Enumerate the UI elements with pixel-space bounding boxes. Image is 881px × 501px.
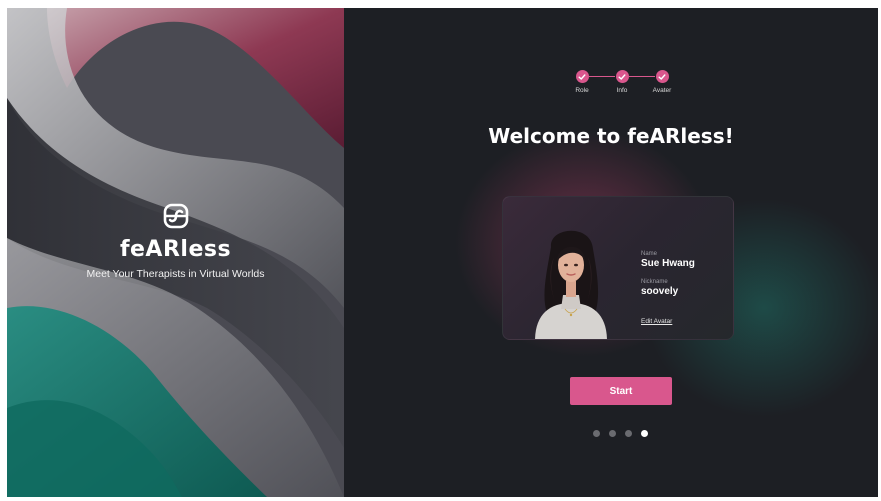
profile-card: Name Sue Hwang Nickname soovely Edit Ava… <box>502 196 734 340</box>
progress-stepper: Role Info Avater <box>562 70 682 100</box>
nickname-label: Nickname <box>641 279 668 285</box>
onboarding-panel: Role Info Avater Welcome to feARless! Na… <box>344 8 878 497</box>
step-role[interactable]: Role <box>562 70 602 94</box>
page-title: Welcome to feARless! <box>488 124 734 148</box>
brand-name: feARless <box>119 237 232 262</box>
step-label: Avater <box>652 87 672 94</box>
page-dot-active[interactable] <box>641 430 648 437</box>
nickname-value: soovely <box>641 286 679 297</box>
fearless-logo-icon <box>163 203 188 229</box>
step-avatar[interactable]: Avater <box>642 70 682 94</box>
avatar-image <box>535 230 607 339</box>
page-dot[interactable] <box>625 430 632 437</box>
nickname-field: Nickname soovely <box>641 279 678 297</box>
brand-panel: feARless Meet Your Therapists in Virtual… <box>7 8 344 497</box>
step-label: Role <box>575 87 589 94</box>
brand-tagline: Meet Your Therapists in Virtual Worlds <box>86 268 265 280</box>
check-icon <box>615 70 629 83</box>
app-frame: feARless Meet Your Therapists in Virtual… <box>7 8 878 497</box>
step-info[interactable]: Info <box>602 70 642 94</box>
start-button[interactable]: Start <box>570 377 672 405</box>
name-label: Name <box>641 251 658 257</box>
check-icon <box>575 70 589 83</box>
check-icon <box>655 70 669 83</box>
page-dot[interactable] <box>609 430 616 437</box>
brand-block: feARless Meet Your Therapists in Virtual… <box>7 203 344 280</box>
name-field: Name Sue Hwang <box>641 251 695 269</box>
step-label: Info <box>616 87 628 94</box>
name-value: Sue Hwang <box>641 258 695 269</box>
page-dot[interactable] <box>593 430 600 437</box>
edit-avatar-link[interactable]: Edit Avatar <box>641 318 672 325</box>
page-indicator <box>593 430 648 438</box>
